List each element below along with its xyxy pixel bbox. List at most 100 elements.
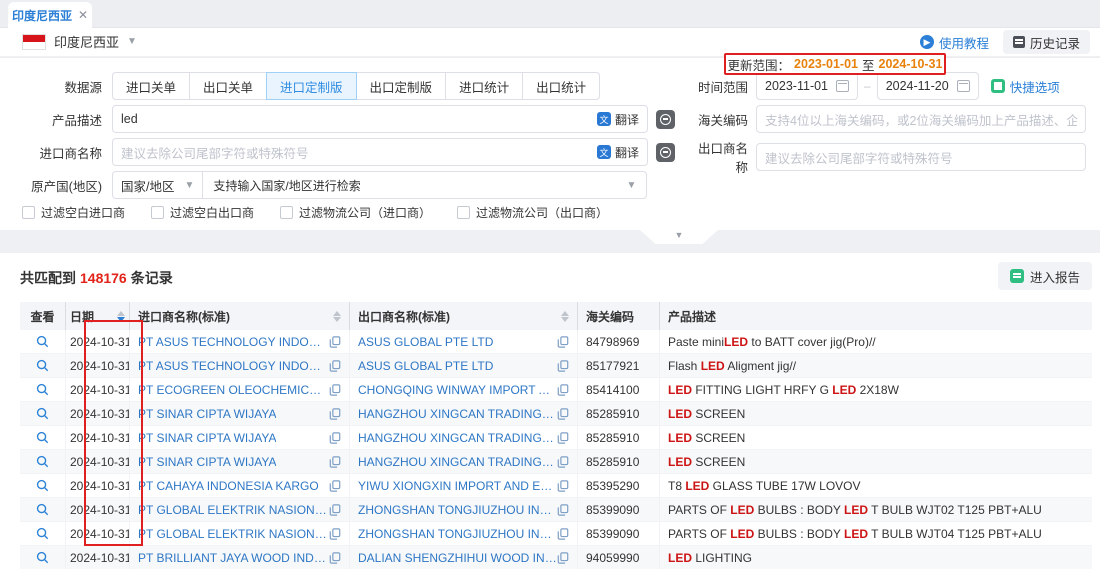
datasource-tab-出口定制版[interactable]: 出口定制版 [356, 72, 447, 100]
exporter-link[interactable]: HANGZHOU XINGCAN TRADING CO LTD [358, 455, 557, 469]
view-detail-icon[interactable] [36, 407, 49, 420]
filter-checkbox-0[interactable]: 过滤空白进口商 [22, 204, 125, 221]
translate-button[interactable]: 文 翻译 [597, 111, 639, 128]
sort-carets-icon[interactable] [333, 311, 341, 322]
copy-icon[interactable] [329, 504, 341, 516]
tutorial-link[interactable]: ▶ 使用教程 [920, 33, 989, 52]
importer-link[interactable]: PT ECOGREEN OLEOCHEMICALS [138, 383, 329, 397]
filter-checkbox-1[interactable]: 过滤空白出口商 [151, 204, 254, 221]
calendar-icon [836, 80, 849, 92]
copy-icon[interactable] [557, 360, 569, 372]
view-cell[interactable] [20, 522, 66, 545]
importer-link[interactable]: PT BRILLIANT JAYA WOOD INDUSTRY [138, 551, 329, 565]
date-start-input[interactable]: 2023-11-01 [756, 72, 858, 100]
datasource-tab-进口关单[interactable]: 进口关单 [112, 72, 190, 100]
importer-link[interactable]: PT GLOBAL ELEKTRIK NASIONAL [138, 503, 329, 517]
exporter-input[interactable]: 建议去除公司尾部字符或特殊符号 [756, 143, 1086, 171]
close-icon[interactable]: ✕ [78, 8, 88, 22]
copy-icon[interactable] [329, 528, 341, 540]
view-detail-icon[interactable] [36, 335, 49, 348]
enter-report-button[interactable]: 进入报告 [998, 262, 1092, 290]
exporter-link[interactable]: HANGZHOU XINGCAN TRADING CO LTD [358, 431, 557, 445]
view-cell[interactable] [20, 330, 66, 353]
view-cell[interactable] [20, 474, 66, 497]
view-cell[interactable] [20, 378, 66, 401]
datasource-tab-出口关单[interactable]: 出口关单 [189, 72, 267, 100]
country-tab[interactable]: 印度尼西亚 ✕ [8, 2, 92, 28]
view-cell[interactable] [20, 498, 66, 521]
copy-icon[interactable] [557, 480, 569, 492]
date-end-input[interactable]: 2024-11-20 [877, 72, 979, 100]
view-detail-icon[interactable] [36, 551, 49, 564]
exporter-link[interactable]: ASUS GLOBAL PTE LTD [358, 335, 493, 349]
view-cell[interactable] [20, 402, 66, 425]
copy-icon[interactable] [329, 384, 341, 396]
checkbox-icon[interactable] [22, 206, 35, 219]
exporter-link[interactable]: YIWU XIONGXIN IMPORT AND EXPORT... [358, 479, 557, 493]
exporter-link[interactable]: ZHONGSHAN TONGJIUZHOU INTERNA... [358, 503, 557, 517]
importer-link[interactable]: PT SINAR CIPTA WIJAYA [138, 431, 276, 445]
exporter-link[interactable]: ASUS GLOBAL PTE LTD [358, 359, 493, 373]
importer-input[interactable]: 建议去除公司尾部字符或特殊符号 文 翻译 [112, 138, 648, 166]
copy-icon[interactable] [557, 552, 569, 564]
sort-carets-icon[interactable] [561, 311, 569, 322]
date-cell: 2024-10-31 [66, 450, 130, 473]
copy-icon[interactable] [329, 480, 341, 492]
sort-carets-icon[interactable] [117, 311, 125, 322]
checkbox-icon[interactable] [457, 206, 470, 219]
product-desc-input[interactable]: led 文 翻译 [112, 105, 648, 133]
filter-checkbox-3[interactable]: 过滤物流公司（出口商） [457, 204, 608, 221]
hs-code-input[interactable]: 支持4位以上海关编码，或2位海关编码加上产品描述、企业名称的任意信息 [756, 105, 1086, 133]
view-detail-icon[interactable] [36, 383, 49, 396]
copy-icon[interactable] [329, 552, 341, 564]
datasource-tab-进口定制版[interactable]: 进口定制版 [266, 72, 357, 100]
importer-link[interactable]: PT CAHAYA INDONESIA KARGO [138, 479, 319, 493]
datasource-tab-出口统计[interactable]: 出口统计 [522, 72, 600, 100]
exporter-link[interactable]: ZHONGSHAN TONGJIUZHOU INTERNA... [358, 527, 557, 541]
checkbox-icon[interactable] [280, 206, 293, 219]
copy-icon[interactable] [329, 408, 341, 420]
checkbox-icon[interactable] [151, 206, 164, 219]
country-selector[interactable]: 印度尼西亚 ▼ [22, 32, 137, 51]
exporter-link[interactable]: DALIAN SHENGZHIHUI WOOD INDUST... [358, 551, 557, 565]
exact-match-icon[interactable] [656, 143, 675, 162]
copy-icon[interactable] [557, 456, 569, 468]
origin-search-input[interactable]: 支持输入国家/地区进行检索 ▼ [203, 171, 647, 199]
view-detail-icon[interactable] [36, 455, 49, 468]
view-cell[interactable] [20, 546, 66, 569]
view-cell[interactable] [20, 426, 66, 449]
copy-icon[interactable] [329, 360, 341, 372]
view-detail-icon[interactable] [36, 479, 49, 492]
filter-checkbox-2[interactable]: 过滤物流公司（进口商） [280, 204, 431, 221]
quick-options-link[interactable]: 快捷选项 [991, 77, 1060, 96]
history-button[interactable]: 历史记录 [1003, 30, 1090, 54]
copy-icon[interactable] [329, 336, 341, 348]
view-cell[interactable] [20, 450, 66, 473]
importer-link[interactable]: PT GLOBAL ELEKTRIK NASIONAL [138, 527, 329, 541]
exact-match-icon[interactable] [656, 110, 675, 129]
view-detail-icon[interactable] [36, 527, 49, 540]
datasource-tab-进口统计[interactable]: 进口统计 [445, 72, 523, 100]
view-detail-icon[interactable] [36, 359, 49, 372]
translate-button[interactable]: 文 翻译 [597, 144, 639, 161]
table-row: 2024-10-31 PT SINAR CIPTA WIJAYA HANGZHO… [20, 450, 1092, 474]
exporter-link[interactable]: CHONGQING WINWAY IMPORT AND E... [358, 383, 557, 397]
copy-icon[interactable] [329, 432, 341, 444]
origin-type-select[interactable]: 国家/地区 ▼ [112, 171, 203, 199]
view-detail-icon[interactable] [36, 431, 49, 444]
importer-link[interactable]: PT ASUS TECHNOLOGY INDONESIA BA... [138, 335, 329, 349]
view-cell[interactable] [20, 354, 66, 377]
view-detail-icon[interactable] [36, 503, 49, 516]
copy-icon[interactable] [557, 504, 569, 516]
copy-icon[interactable] [557, 408, 569, 420]
copy-icon[interactable] [557, 336, 569, 348]
chevron-down-icon[interactable]: ▼ [127, 36, 137, 47]
copy-icon[interactable] [329, 456, 341, 468]
copy-icon[interactable] [557, 528, 569, 540]
importer-link[interactable]: PT SINAR CIPTA WIJAYA [138, 455, 276, 469]
copy-icon[interactable] [557, 384, 569, 396]
importer-link[interactable]: PT SINAR CIPTA WIJAYA [138, 407, 276, 421]
importer-link[interactable]: PT ASUS TECHNOLOGY INDONESIA BA... [138, 359, 329, 373]
copy-icon[interactable] [557, 432, 569, 444]
exporter-link[interactable]: HANGZHOU XINGCAN TRADING CO LTD [358, 407, 557, 421]
